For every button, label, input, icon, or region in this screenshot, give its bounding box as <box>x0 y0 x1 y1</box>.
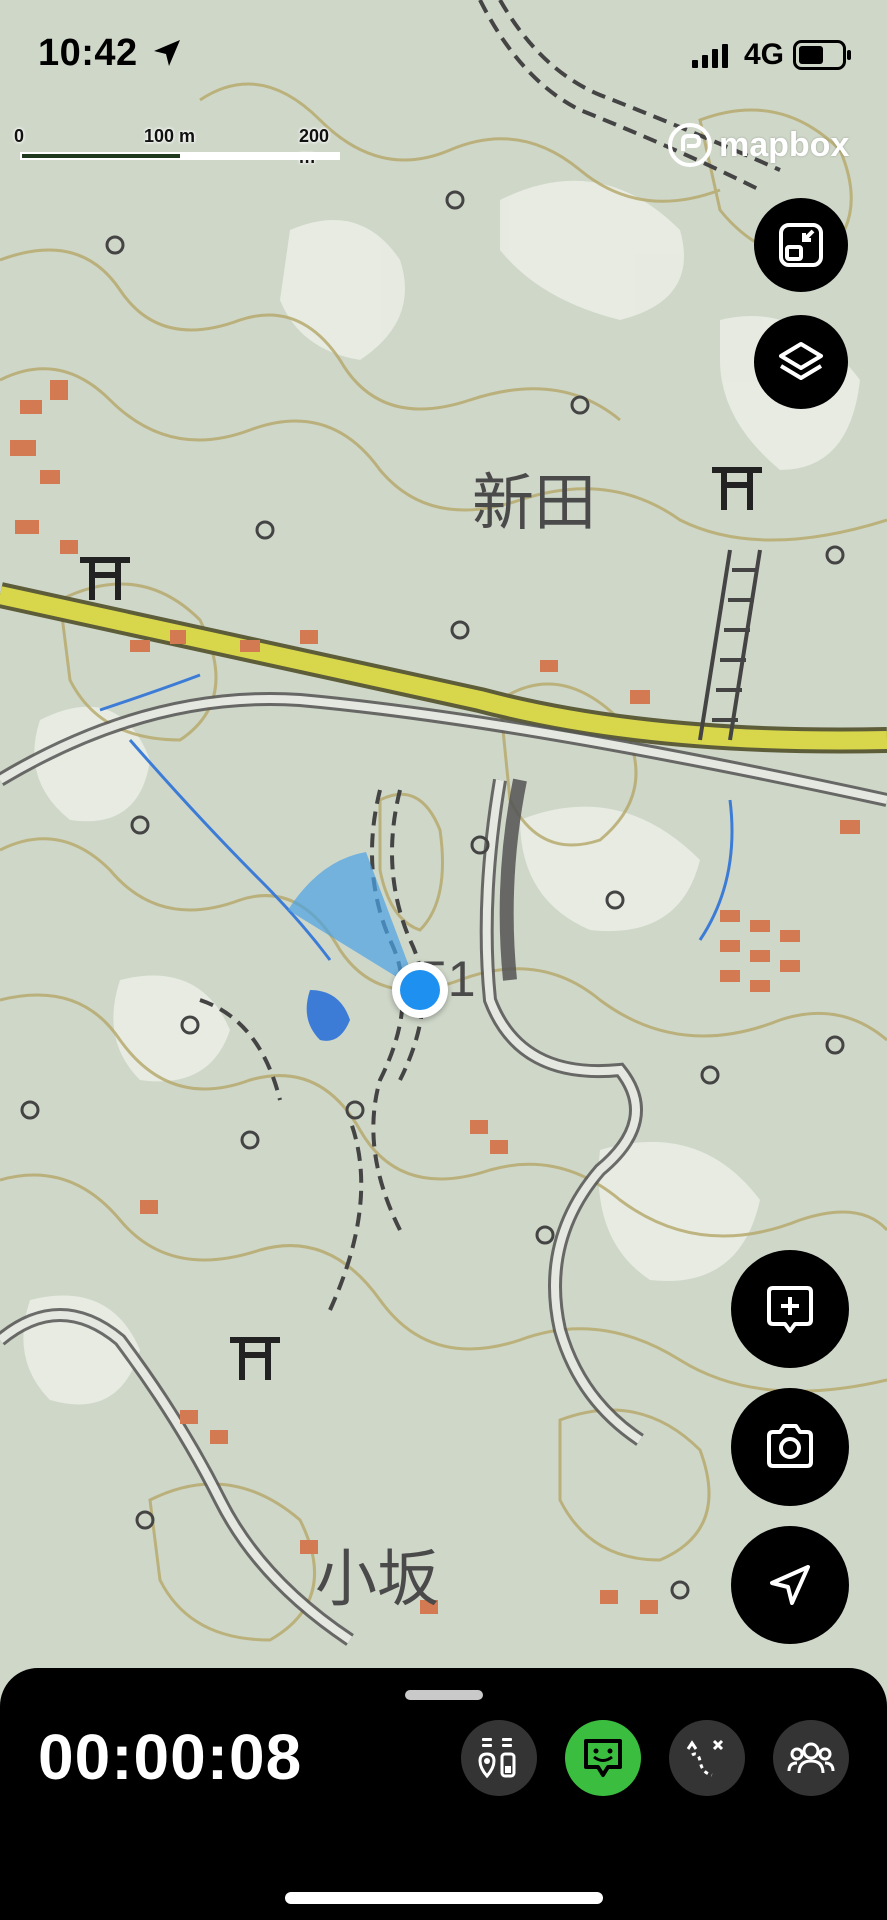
mapbox-label: mapbox <box>719 125 850 164</box>
status-bar: 10:42 4G <box>0 0 887 110</box>
recording-timer: 00:00:08 <box>38 1721 303 1793</box>
fullscreen-toggle-icon <box>779 223 823 267</box>
navigate-icon <box>770 1565 810 1605</box>
fullscreen-toggle-button[interactable] <box>754 198 848 292</box>
stats-icon <box>478 1738 516 1779</box>
recording-panel: 00:00:08 <box>0 1668 887 1920</box>
network-type: 4G <box>744 38 785 71</box>
mapbox-logo-icon <box>668 123 712 167</box>
place-label-shinden: 新田 <box>472 466 597 539</box>
group-icon <box>787 1742 835 1774</box>
scale-label-200m: 200 m <box>299 126 330 167</box>
route-icon <box>686 1739 724 1777</box>
group-button[interactable] <box>773 1720 849 1796</box>
home-indicator <box>285 1892 603 1904</box>
chat-icon <box>584 1739 622 1777</box>
add-note-icon <box>767 1286 813 1333</box>
layers-icon <box>779 342 823 380</box>
route-button[interactable] <box>669 1720 745 1796</box>
place-label-kosaka: 小坂 <box>315 1542 440 1615</box>
scale-label-zero: 0 <box>14 126 25 146</box>
map-scale-bar: 0 100 m 200 m <box>14 126 340 167</box>
status-time: 10:42 <box>38 32 138 74</box>
add-note-button[interactable] <box>731 1250 849 1368</box>
drag-handle[interactable] <box>405 1690 483 1700</box>
location-arrow-icon <box>154 40 180 66</box>
mapbox-attribution[interactable]: mapbox <box>667 122 849 168</box>
camera-button[interactable] <box>731 1388 849 1506</box>
scale-bar-line <box>20 152 340 160</box>
navigate-button[interactable] <box>731 1526 849 1644</box>
cellular-signal-icon <box>692 44 728 68</box>
battery-icon <box>793 40 851 70</box>
stats-button[interactable] <box>461 1720 537 1796</box>
camera-icon <box>767 1424 813 1468</box>
scale-label-100m: 100 m <box>144 126 196 146</box>
layers-button[interactable] <box>754 315 848 409</box>
current-location-dot <box>392 962 448 1018</box>
chat-button[interactable] <box>565 1720 641 1796</box>
